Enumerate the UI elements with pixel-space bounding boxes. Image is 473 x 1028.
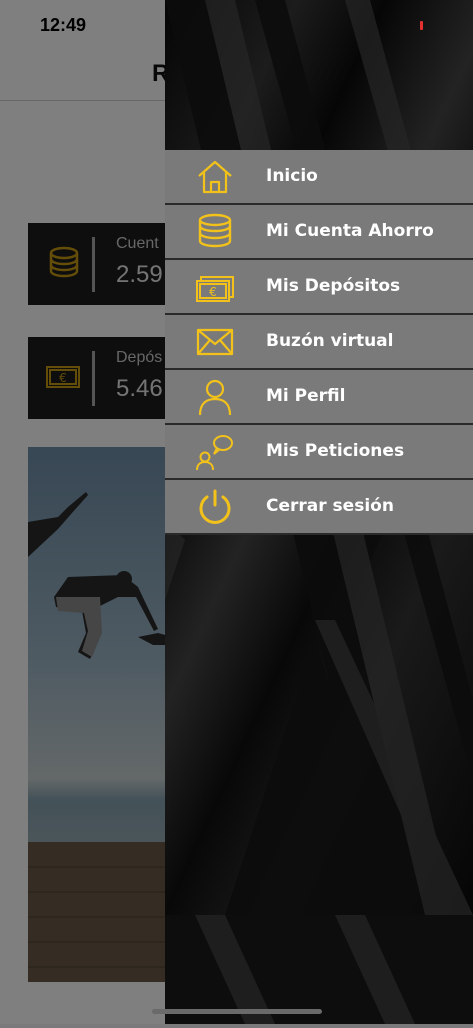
- coins-icon: [198, 213, 232, 248]
- home-indicator[interactable]: [152, 1009, 322, 1014]
- menu-item-label: Cerrar sesión: [266, 496, 394, 516]
- menu-item-mis-peticiones[interactable]: Mis Peticiones: [165, 425, 473, 480]
- menu-item-cerrar-sesion[interactable]: Cerrar sesión: [165, 480, 473, 535]
- chat-users-icon: [196, 435, 233, 471]
- menu-item-mi-perfil[interactable]: Mi Perfil: [165, 370, 473, 425]
- menu-item-label: Inicio: [266, 166, 318, 186]
- banknotes-euro-icon: €: [196, 276, 234, 302]
- menu-item-label: Mi Cuenta Ahorro: [266, 221, 434, 241]
- menu-item-buzon-virtual[interactable]: Buzón virtual: [165, 315, 473, 370]
- recording-indicator: [420, 21, 423, 30]
- menu-item-mi-cuenta-ahorro[interactable]: Mi Cuenta Ahorro: [165, 205, 473, 260]
- power-icon: [199, 489, 231, 524]
- menu-item-inicio[interactable]: Inicio: [165, 150, 473, 205]
- menu-item-label: Mis Peticiones: [266, 441, 405, 461]
- svg-text:€: €: [209, 285, 217, 299]
- menu-item-label: Mi Perfil: [266, 386, 346, 406]
- user-icon: [198, 379, 232, 416]
- home-icon: [198, 160, 232, 194]
- menu-item-label: Buzón virtual: [266, 331, 394, 351]
- drawer-footer-background: [165, 915, 473, 1024]
- drawer-menu: Inicio Mi Cuenta Ahorro € Mis Depósitos: [165, 150, 473, 535]
- menu-item-mis-depositos[interactable]: € Mis Depósitos: [165, 260, 473, 315]
- envelope-icon: [196, 328, 234, 356]
- menu-item-label: Mis Depósitos: [266, 276, 401, 296]
